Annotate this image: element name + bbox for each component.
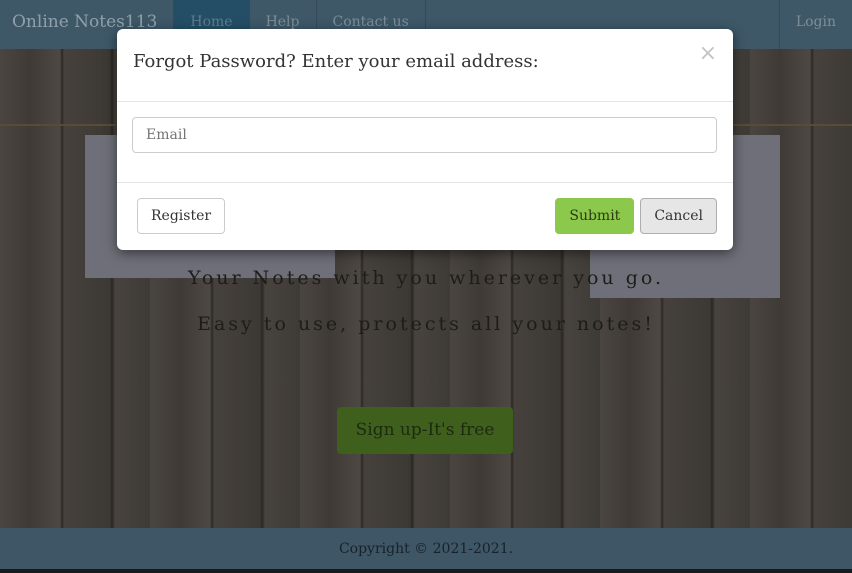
- bottom-bar: [0, 569, 852, 573]
- footer: Copyright © 2021-2021.: [0, 528, 852, 569]
- hero-line-1: Your Notes with you wherever you go.: [187, 267, 665, 289]
- modal-footer: Register Submit Cancel: [117, 183, 733, 234]
- hero-line-2: Easy to use, protects all your notes!: [197, 313, 655, 335]
- signup-button[interactable]: Sign up-It's free: [337, 407, 513, 454]
- modal-header: Forgot Password? Enter your email addres…: [117, 29, 733, 102]
- modal-body: [117, 102, 733, 183]
- forgot-password-modal: Forgot Password? Enter your email addres…: [117, 29, 733, 250]
- cancel-button[interactable]: Cancel: [640, 198, 717, 234]
- register-button[interactable]: Register: [137, 198, 226, 234]
- nav-login[interactable]: Login: [778, 0, 852, 49]
- modal-title: Forgot Password? Enter your email addres…: [133, 51, 539, 72]
- email-input[interactable]: [132, 117, 717, 153]
- close-icon[interactable]: ×: [699, 41, 717, 66]
- submit-button[interactable]: Submit: [555, 198, 635, 234]
